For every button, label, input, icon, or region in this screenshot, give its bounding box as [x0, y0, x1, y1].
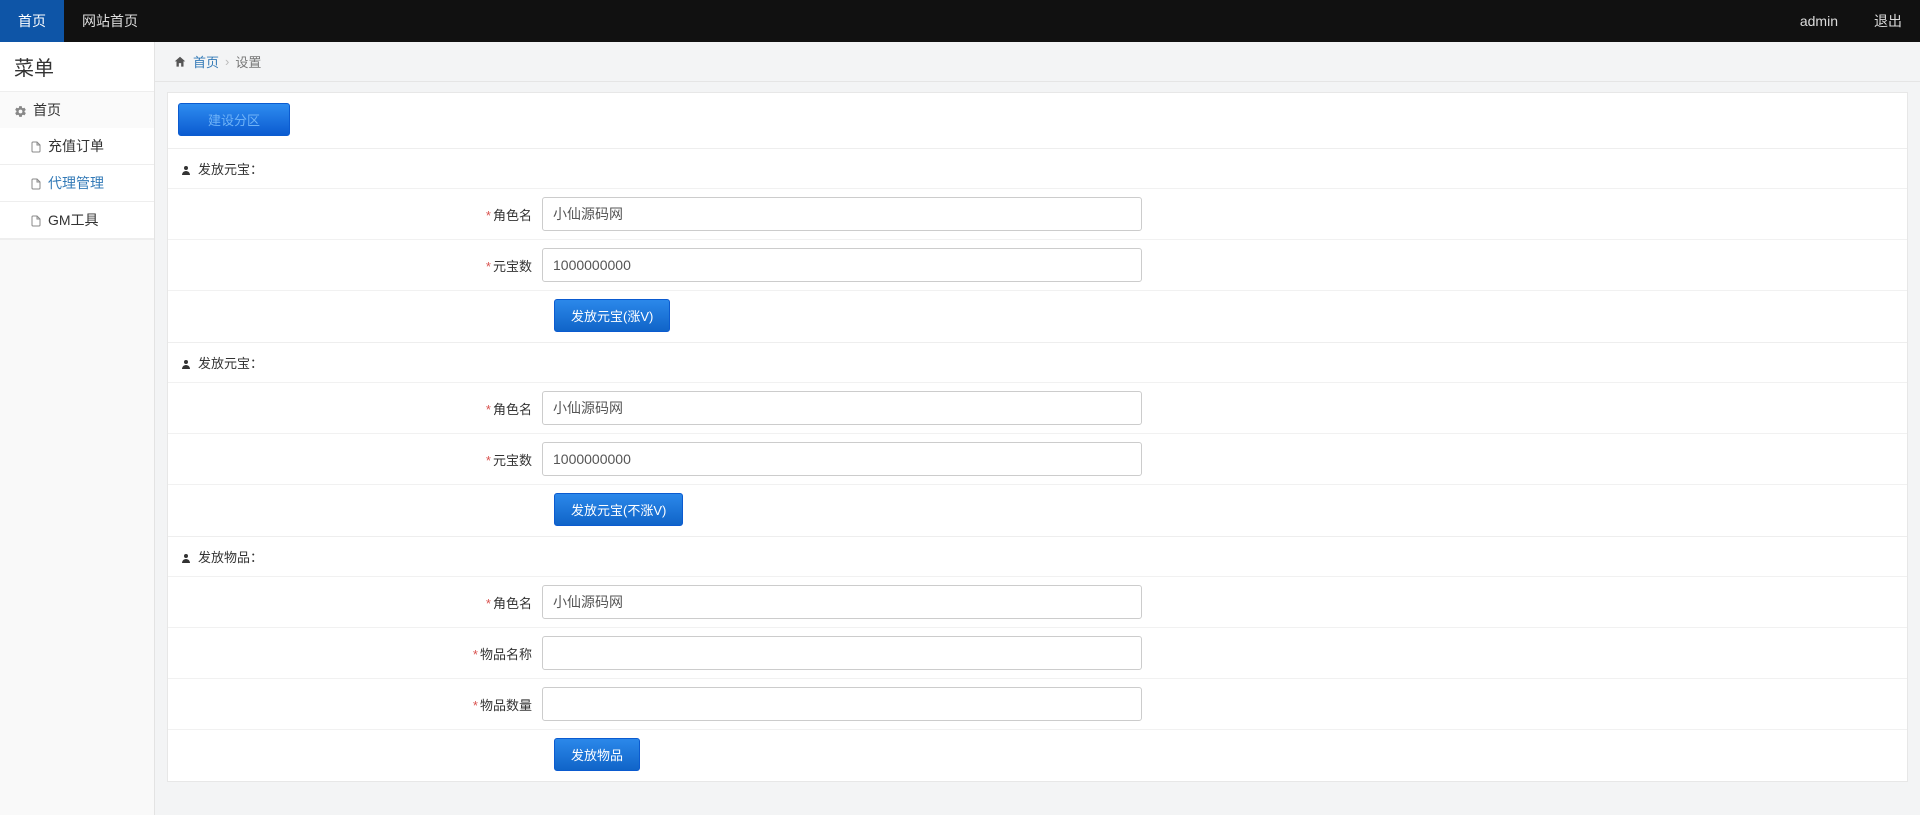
form-label: *角色名 — [168, 393, 542, 424]
panel-issue-item: 发放物品： *角色名 *物品名称 *物品数量 发放物品 — [168, 536, 1907, 781]
form-label: *角色名 — [168, 587, 542, 618]
menu-sub-list: 充值订单 代理管理 GM工具 — [0, 128, 154, 239]
role-name-input[interactable] — [542, 585, 1142, 619]
sidebar: 菜单 首页 充值订单 代理管理 — [0, 42, 155, 815]
menu-root-home[interactable]: 首页 — [0, 92, 154, 128]
form-row-item-name: *物品名称 — [168, 627, 1907, 678]
nav-home[interactable]: 首页 — [0, 0, 64, 42]
breadcrumb-home-link[interactable]: 首页 — [193, 52, 219, 71]
role-name-input[interactable] — [542, 391, 1142, 425]
yuanbao-count-input[interactable] — [542, 248, 1142, 282]
top-button-row: 建设分区 — [168, 93, 1907, 148]
user-icon — [180, 355, 192, 370]
panel-header: 发放物品： — [168, 537, 1907, 576]
item-name-input[interactable] — [542, 636, 1142, 670]
navbar-right: admin 退出 — [1782, 0, 1920, 42]
nav-user[interactable]: admin — [1782, 0, 1856, 42]
breadcrumb: 首页 › 设置 — [155, 42, 1920, 82]
create-partition-button[interactable]: 建设分区 — [178, 103, 290, 136]
document-icon — [30, 175, 42, 191]
nav-logout[interactable]: 退出 — [1856, 0, 1920, 42]
issue-item-button[interactable]: 发放物品 — [554, 738, 640, 771]
gear-icon — [14, 102, 27, 117]
panel-header: 发放元宝： — [168, 343, 1907, 382]
document-icon — [30, 212, 42, 228]
button-row: 发放物品 — [168, 729, 1907, 781]
menu-root: 首页 充值订单 代理管理 — [0, 92, 154, 240]
navbar-left: 首页 网站首页 — [0, 0, 156, 42]
form-row-yuanbao-count: *元宝数 — [168, 433, 1907, 484]
user-icon — [180, 161, 192, 176]
sidebar-item-gmtools[interactable]: GM工具 — [0, 202, 154, 239]
issue-yuanbao-v-button[interactable]: 发放元宝(涨V) — [554, 299, 670, 332]
role-name-input[interactable] — [542, 197, 1142, 231]
content-panel: 建设分区 发放元宝： *角色名 *元宝数 — [167, 92, 1908, 782]
home-icon — [173, 54, 187, 70]
button-row: 发放元宝(不涨V) — [168, 484, 1907, 536]
form-row-yuanbao-count: *元宝数 — [168, 239, 1907, 290]
sidebar-item-label: 充值订单 — [48, 136, 104, 156]
panel-issue-yuanbao-nov: 发放元宝： *角色名 *元宝数 发放元宝(不涨V) — [168, 342, 1907, 536]
sidebar-item-recharge[interactable]: 充值订单 — [0, 128, 154, 165]
form-label: *元宝数 — [168, 250, 542, 281]
panel-issue-yuanbao-v: 发放元宝： *角色名 *元宝数 发放元宝(涨V) — [168, 148, 1907, 342]
form-label: *物品数量 — [168, 689, 542, 720]
breadcrumb-separator: › — [225, 54, 229, 69]
form-row-item-qty: *物品数量 — [168, 678, 1907, 729]
main: 首页 › 设置 建设分区 发放元宝： *角色名 — [155, 42, 1920, 815]
breadcrumb-current: 设置 — [235, 52, 261, 71]
document-icon — [30, 138, 42, 154]
form-row-role-name: *角色名 — [168, 188, 1907, 239]
issue-yuanbao-nov-button[interactable]: 发放元宝(不涨V) — [554, 493, 683, 526]
layout: 菜单 首页 充值订单 代理管理 — [0, 42, 1920, 815]
top-navbar: 首页 网站首页 admin 退出 — [0, 0, 1920, 42]
panel-header: 发放元宝： — [168, 149, 1907, 188]
sidebar-item-label: 代理管理 — [48, 173, 104, 193]
yuanbao-count-input[interactable] — [542, 442, 1142, 476]
panel-title: 发放物品： — [198, 547, 263, 566]
button-row: 发放元宝(涨V) — [168, 290, 1907, 342]
item-qty-input[interactable] — [542, 687, 1142, 721]
user-icon — [180, 549, 192, 564]
form-label: *元宝数 — [168, 444, 542, 475]
sidebar-title: 菜单 — [0, 42, 154, 92]
sidebar-item-label: GM工具 — [48, 210, 99, 230]
menu-root-label: 首页 — [33, 100, 61, 120]
form-label: *角色名 — [168, 199, 542, 230]
form-row-role-name: *角色名 — [168, 576, 1907, 627]
sidebar-item-agent[interactable]: 代理管理 — [0, 165, 154, 202]
panel-title: 发放元宝： — [198, 159, 263, 178]
form-label: *物品名称 — [168, 638, 542, 669]
form-row-role-name: *角色名 — [168, 382, 1907, 433]
nav-site-home[interactable]: 网站首页 — [64, 0, 156, 42]
panel-title: 发放元宝： — [198, 353, 263, 372]
